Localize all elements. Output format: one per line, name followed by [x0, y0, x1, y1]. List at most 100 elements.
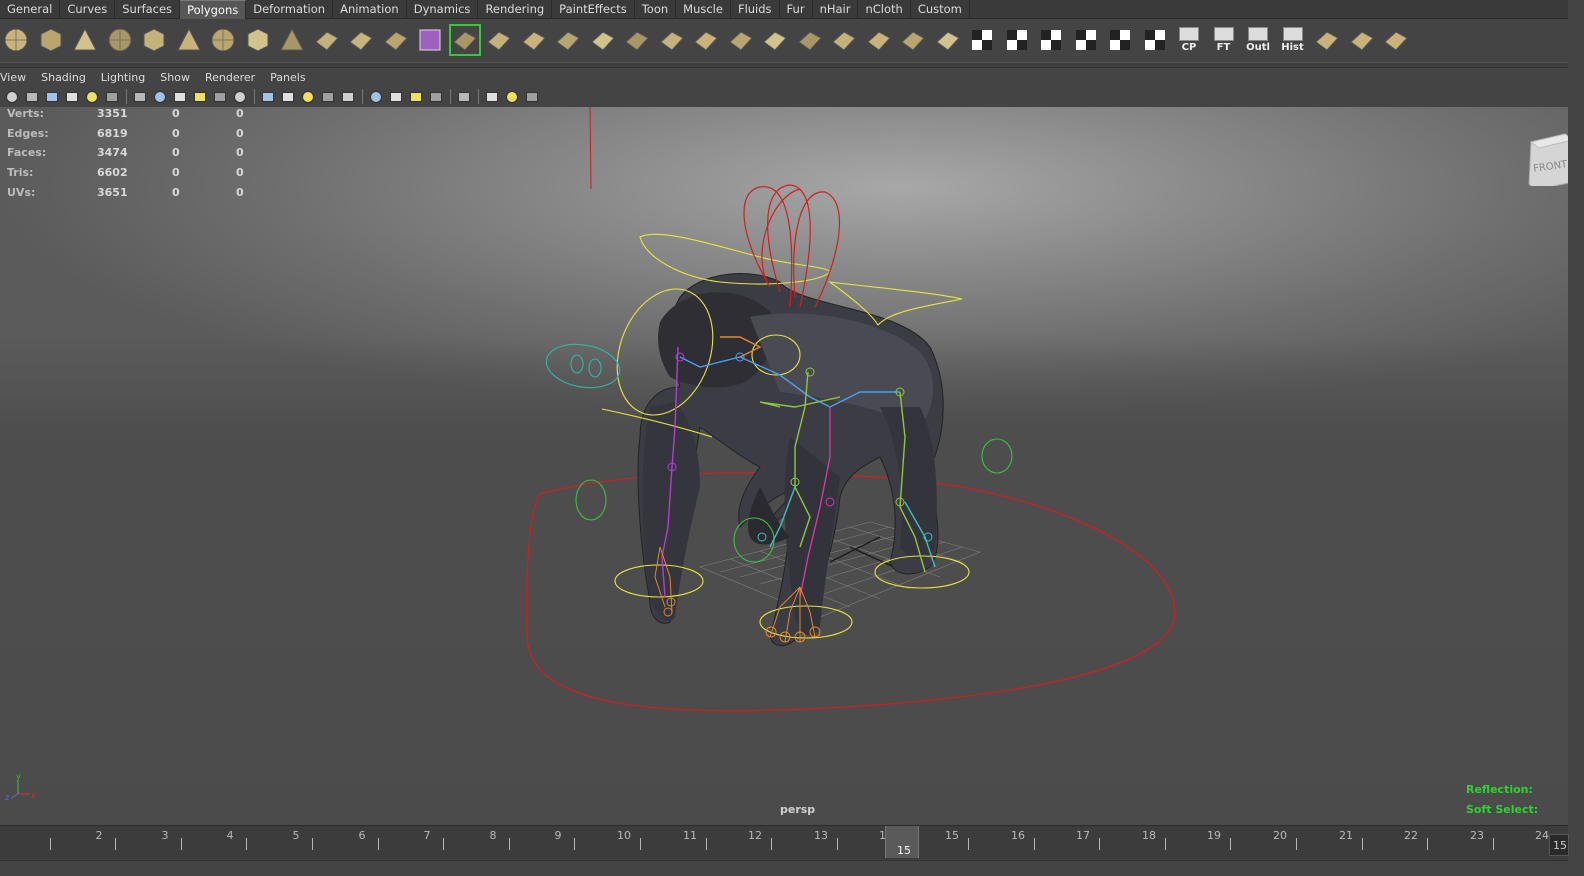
shelf-tab-fluids[interactable]: Fluids	[731, 0, 780, 19]
ft-shelf-button[interactable]: FT	[1208, 24, 1240, 56]
wedge-icon[interactable]	[759, 24, 791, 56]
camera-attributes-icon[interactable]	[24, 89, 40, 105]
isolate-select-icon[interactable]	[456, 89, 472, 105]
shelf-tab-animation[interactable]: Animation	[333, 0, 407, 19]
uv-lattice-icon[interactable]	[1380, 24, 1412, 56]
frame-tick	[1427, 838, 1428, 850]
hist-shelf-button[interactable]: Hist	[1277, 24, 1309, 56]
split-polygon-icon[interactable]	[552, 24, 584, 56]
poly-cube-icon[interactable]	[35, 24, 67, 56]
panel-menu-view[interactable]: View	[0, 71, 26, 84]
select-camera-icon[interactable]	[4, 89, 20, 105]
cp-shelf-button[interactable]: CP	[1173, 24, 1205, 56]
combine-icon[interactable]	[345, 24, 377, 56]
shelf-tab-nhair[interactable]: nHair	[813, 0, 859, 19]
range-slider[interactable]	[0, 860, 1568, 868]
ambient-occlusion-icon[interactable]	[388, 89, 404, 105]
wireframe-on-shaded-icon[interactable]	[300, 89, 316, 105]
poly-helix-icon[interactable]	[276, 24, 308, 56]
shelf-tab-fur[interactable]: Fur	[780, 0, 813, 19]
poke-icon[interactable]	[725, 24, 757, 56]
poly-torus-icon[interactable]	[173, 24, 205, 56]
shelf-tab-surfaces[interactable]: Surfaces	[115, 0, 181, 19]
poly-prism-icon[interactable]	[207, 24, 239, 56]
2d-pan-zoom-icon[interactable]	[84, 89, 100, 105]
uv-snapshot-icon[interactable]	[1311, 24, 1343, 56]
motion-blur-icon[interactable]	[408, 89, 424, 105]
merge-vertices-icon[interactable]	[828, 24, 860, 56]
grid-icon[interactable]	[132, 89, 148, 105]
automatic-mapping-icon[interactable]	[1070, 24, 1102, 56]
shelf-tab-rendering[interactable]: Rendering	[478, 0, 553, 19]
panel-menu-shading[interactable]: Shading	[41, 71, 86, 84]
frame-tick	[640, 838, 641, 850]
create-polygon-icon[interactable]	[483, 24, 515, 56]
shelf-tab-curves[interactable]: Curves	[60, 0, 116, 19]
shelf-tab-polygons[interactable]: Polygons	[180, 0, 247, 19]
shelf-tab-dynamics[interactable]: Dynamics	[407, 0, 479, 19]
bookmark-icon[interactable]	[44, 89, 60, 105]
anti-alias-icon[interactable]	[428, 89, 444, 105]
append-polygon-icon[interactable]	[518, 24, 550, 56]
use-all-lights-icon[interactable]	[340, 89, 356, 105]
panel-menu-renderer[interactable]: Renderer	[205, 71, 255, 84]
offset-edge-loop-icon[interactable]	[621, 24, 653, 56]
gorilla-rig-scene[interactable]	[0, 107, 1568, 825]
shelf-tab-custom[interactable]: Custom	[911, 0, 970, 19]
shadows-icon[interactable]	[368, 89, 384, 105]
view-cube[interactable]: FRONT	[1525, 132, 1568, 186]
shelf-tab-deformation[interactable]: Deformation	[246, 0, 334, 19]
checker-map-icon[interactable]	[1139, 24, 1171, 56]
panel-menu-panels[interactable]: Panels	[270, 71, 305, 84]
image-plane-icon[interactable]	[64, 89, 80, 105]
extract-icon[interactable]	[414, 24, 446, 56]
poly-cylinder-icon[interactable]	[69, 24, 101, 56]
safe-action-icon[interactable]	[192, 89, 208, 105]
bridge-icon[interactable]	[690, 24, 722, 56]
field-chart-icon[interactable]	[212, 89, 228, 105]
poly-plane-icon[interactable]	[138, 24, 170, 56]
shelf-tab-painteffects[interactable]: PaintEffects	[552, 0, 635, 19]
poly-pipe-icon[interactable]	[242, 24, 274, 56]
texture-paint-icon[interactable]	[1346, 24, 1378, 56]
panel-menu-show[interactable]: Show	[160, 71, 190, 84]
poly-sphere-icon[interactable]	[0, 24, 32, 56]
frame-tick	[1296, 838, 1297, 850]
frame-number: 15	[945, 829, 959, 842]
xray-components-icon[interactable]	[524, 89, 540, 105]
wireframe-icon[interactable]	[260, 89, 276, 105]
shelf-tab-muscle[interactable]: Muscle	[676, 0, 731, 19]
cylindrical-mapping-icon[interactable]	[1001, 24, 1033, 56]
textured-icon[interactable]	[320, 89, 336, 105]
delete-edge-icon[interactable]	[897, 24, 929, 56]
safe-title-icon[interactable]	[232, 89, 248, 105]
extrude-icon[interactable]	[656, 24, 688, 56]
grease-pencil-icon[interactable]	[104, 89, 120, 105]
outl-shelf-button[interactable]: Outl	[1242, 24, 1274, 56]
resolution-gate-icon[interactable]	[172, 89, 188, 105]
separate-icon[interactable]	[380, 24, 412, 56]
xray-icon[interactable]	[484, 89, 500, 105]
frame-tick	[1230, 838, 1231, 850]
shelf-tab-ncloth[interactable]: nCloth	[858, 0, 911, 19]
end-frame-field[interactable]: 15	[1549, 834, 1569, 856]
insert-edge-loop-icon[interactable]	[587, 24, 619, 56]
uv-editor-icon[interactable]	[1104, 24, 1136, 56]
time-slider-track[interactable]: 23456789101112131415161718192021222324	[0, 826, 1559, 858]
smooth-icon[interactable]	[448, 24, 481, 56]
film-gate-icon[interactable]	[152, 89, 168, 105]
smooth-shade-icon[interactable]	[280, 89, 296, 105]
bevel-icon[interactable]	[794, 24, 826, 56]
planar-mapping-icon[interactable]	[966, 24, 998, 56]
mirror-icon[interactable]	[932, 24, 964, 56]
panel-menu-lighting[interactable]: Lighting	[101, 71, 145, 84]
shelf-tab-general[interactable]: General	[0, 0, 61, 19]
shelf-tab-toon[interactable]: Toon	[635, 0, 677, 19]
viewport-persp[interactable]: Verts: 3351 0 0 Edges: 6819 0 0 Faces: 3474 0 0 Tris…	[0, 107, 1568, 825]
soccer-ball-icon[interactable]	[311, 24, 343, 56]
collapse-icon[interactable]	[863, 24, 895, 56]
spherical-mapping-icon[interactable]	[1035, 24, 1067, 56]
xray-joints-icon[interactable]	[504, 89, 520, 105]
time-slider[interactable]: 23456789101112131415161718192021222324 1…	[0, 825, 1569, 868]
poly-cone-icon[interactable]	[104, 24, 136, 56]
